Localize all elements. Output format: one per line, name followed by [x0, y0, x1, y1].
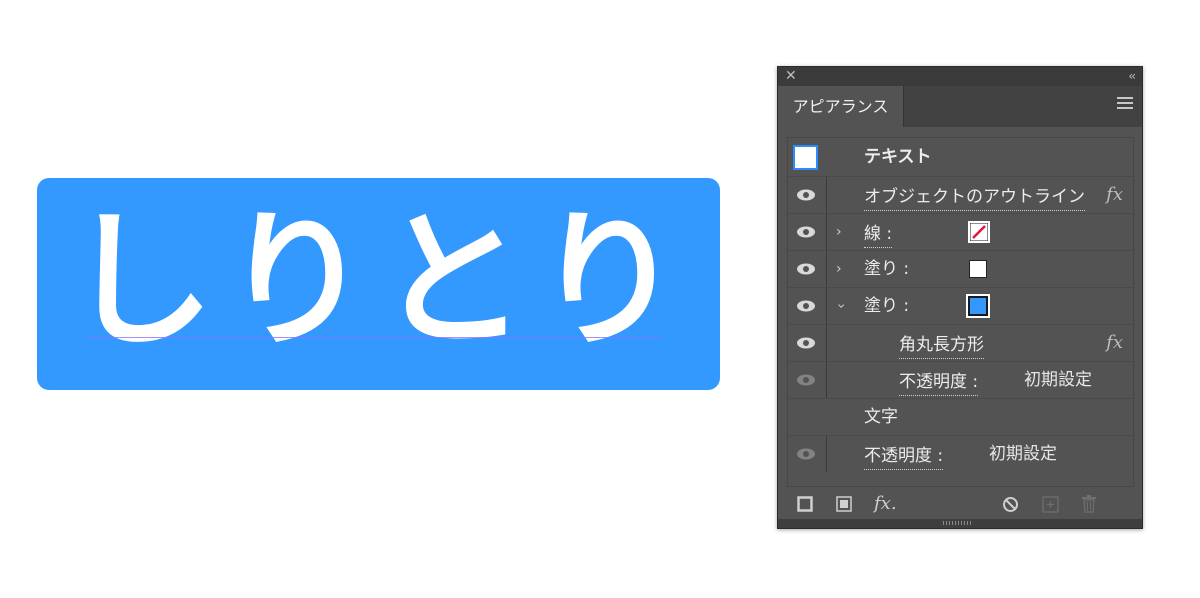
eye-icon[interactable]	[796, 337, 816, 349]
trash-icon[interactable]	[1081, 491, 1097, 513]
eye-icon[interactable]	[796, 189, 816, 201]
panel-titlebar[interactable]: ✕ ‹‹	[778, 67, 1142, 86]
eye-icon[interactable]	[796, 374, 816, 386]
panel-tabbar: アピアランス	[778, 86, 1142, 127]
list-item[interactable]: › 塗り :	[788, 251, 1133, 288]
artwork-text[interactable]: しりとり	[37, 196, 720, 366]
chevron-down-icon[interactable]: ›	[823, 303, 859, 309]
appearance-list: テキスト オブジェクトのアウトライン fx › 線 : › 塗り : › 塗り …	[787, 137, 1134, 487]
list-item[interactable]: › 塗り :	[788, 288, 1133, 325]
panel-footer-toolbar: fx.	[778, 489, 1142, 519]
clear-appearance-icon[interactable]	[1002, 491, 1019, 513]
fill-label: 塗り :	[864, 259, 910, 279]
fill-blue-swatch[interactable]	[966, 294, 990, 318]
collapse-icon[interactable]: ‹‹	[1128, 67, 1135, 86]
list-item[interactable]: 不透明度 : 初期設定	[788, 362, 1133, 399]
add-fill-icon[interactable]	[836, 491, 852, 512]
list-item[interactable]: › 線 :	[788, 214, 1133, 251]
eye-icon[interactable]	[796, 300, 816, 312]
object-type-label: テキスト	[864, 147, 932, 167]
list-item[interactable]: 角丸長方形 fx	[788, 325, 1133, 362]
fill-white-swatch[interactable]	[969, 260, 987, 278]
fx-icon[interactable]: fx	[1106, 177, 1123, 213]
effect-rounded-rectangle-link[interactable]: 角丸長方形	[899, 328, 984, 359]
characters-label: 文字	[864, 407, 898, 427]
text-baseline-guide	[86, 337, 661, 338]
duplicate-item-icon[interactable]	[1042, 491, 1059, 513]
appearance-header-row[interactable]: テキスト	[788, 138, 1133, 177]
list-item[interactable]: 不透明度 : 初期設定	[788, 436, 1133, 473]
opacity-link[interactable]: 不透明度 :	[864, 439, 944, 470]
effect-outline-link[interactable]: オブジェクトのアウトライン	[864, 180, 1085, 211]
panel-menu-icon[interactable]	[1117, 97, 1133, 113]
eye-icon[interactable]	[796, 448, 816, 460]
close-icon[interactable]: ✕	[785, 67, 797, 86]
stroke-link[interactable]: 線 :	[864, 217, 893, 248]
eye-icon[interactable]	[796, 226, 816, 238]
object-thumbnail	[793, 145, 818, 170]
add-stroke-icon[interactable]	[797, 491, 813, 512]
stroke-none-swatch[interactable]	[968, 221, 990, 243]
panel-resize-grip[interactable]	[778, 519, 1142, 528]
appearance-panel: ✕ ‹‹ アピアランス テキスト オブジェクトのアウトライン fx › 線 :	[777, 66, 1143, 529]
chevron-right-icon[interactable]: ›	[836, 214, 842, 250]
eye-icon[interactable]	[796, 263, 816, 275]
list-item[interactable]: 文字	[788, 399, 1133, 436]
fx-icon[interactable]: fx	[1106, 325, 1123, 361]
fill-label: 塗り :	[864, 296, 910, 316]
add-effect-fx-icon[interactable]: fx.	[874, 491, 897, 517]
tab-appearance[interactable]: アピアランス	[778, 86, 904, 127]
opacity-value: 初期設定	[989, 444, 1057, 464]
chevron-right-icon[interactable]: ›	[836, 251, 842, 287]
rounded-rectangle-artwork[interactable]: しりとり	[37, 178, 720, 390]
list-item[interactable]: オブジェクトのアウトライン fx	[788, 177, 1133, 214]
opacity-value: 初期設定	[1024, 370, 1092, 390]
opacity-link[interactable]: 不透明度 :	[899, 365, 979, 396]
